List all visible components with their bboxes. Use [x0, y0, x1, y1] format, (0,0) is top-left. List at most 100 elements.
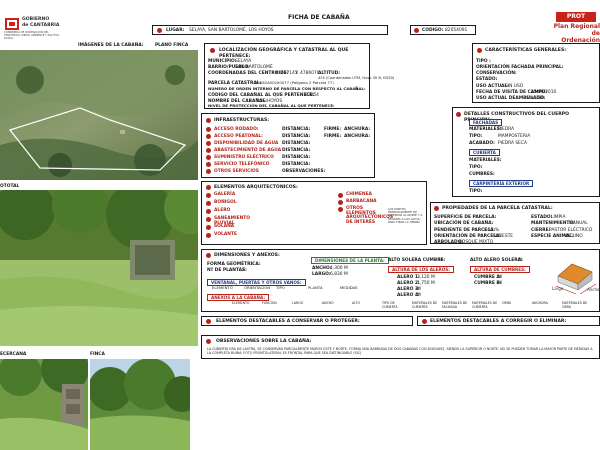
- especie-value: VACUNO: [564, 234, 583, 239]
- infra-item-icon: [206, 127, 211, 132]
- lugar-label: LUGAR:: [166, 28, 185, 33]
- cumbrea-value: M: [498, 275, 502, 280]
- alto-solera-value: M: [439, 258, 443, 263]
- general-marker-icon: [477, 48, 482, 53]
- parcela-value: 39082A00200077 (Polígono 2 Parcela 77): [255, 80, 334, 85]
- plantas-value: 2: [242, 268, 245, 273]
- arch-item-label: GALERÍA: [214, 192, 236, 197]
- arch-item-label: OTROS ELEMENTOS ARQUITECTÓNICOS DE INTER…: [346, 206, 394, 225]
- parcel-section: PROPIEDADES DE LA PARCELA CATASTRAL: SUP…: [430, 202, 600, 245]
- arch-item-label: BOÑIGOL: [214, 200, 237, 205]
- carpinteria-tipo-label: TIPO:: [469, 189, 483, 194]
- infra-item-distancia: DISTANCIA:: [282, 148, 311, 153]
- cubierta-cumbres-label: CUMBRES:: [469, 172, 495, 177]
- codigo-field: CODIGO: 82054091: [410, 25, 476, 35]
- infra-item-distancia: DISTANCIA:: [282, 141, 311, 146]
- finca-photo-label: FINCA: [90, 352, 105, 357]
- uso-actual-value: SIN USO: [505, 84, 524, 89]
- infra-item-icon: [206, 169, 211, 174]
- constructive-section: DETALLES CONSTRUCTIVOS DEL CUERPO PRINCI…: [452, 107, 600, 197]
- infra-item-anchura: ANCHURA:: [344, 134, 371, 139]
- corregir-label: ELEMENTOS DESTACABLES A CORREGIR O ELIMI…: [430, 319, 567, 324]
- constructive-marker-icon: [456, 112, 461, 117]
- infra-item-distancia: DISTANCIA:: [282, 162, 311, 167]
- infra-item-label: ACCESO RODADO:: [214, 127, 259, 132]
- fachada-tipo-value: MAMPOSTERIA: [498, 134, 531, 139]
- codigo-cabanal-label: CÓDIGO DEL CABAÑAL AL QUE PERTENECE:: [208, 93, 315, 98]
- corregir-marker-icon: [422, 319, 427, 324]
- alero2-value: 1,750 M: [417, 281, 435, 286]
- org-sub: CONSEJERÍA DE ORDENACIÓN DEL TERRITORIO,…: [4, 31, 60, 40]
- location-title: LOCALIZACIÓN GEOGRÁFICA Y CATASTRAL AL Q…: [219, 48, 349, 59]
- ancho-label: ANCHO:: [312, 266, 332, 271]
- infra-item-label: OTROS SERVICIOS: [214, 169, 259, 174]
- arch-item-label: SOLANA: [214, 224, 235, 229]
- infra-item-firme: FIRME:: [324, 134, 342, 139]
- arch-item-label: BARBACANA: [346, 199, 377, 204]
- infra-item-label: DISPONIBILIDAD DE AGUA: [214, 141, 279, 146]
- ventanas-column-header: TIPO: [276, 285, 285, 290]
- observaciones-title: OBSERVACIONES SOBRE LA CABAÑA:: [216, 339, 312, 344]
- diagram-ancho-label: Ancho: [587, 287, 600, 292]
- codigo-marker-icon: [414, 28, 419, 33]
- anexos-column-header: MATERIALES DE CUBIERTA: [412, 301, 438, 309]
- municipio-row: MUNICIPIO:: [208, 59, 236, 64]
- cierre-value: PASTOR ELÉCTRICO: [549, 228, 593, 233]
- ancho-value: 4,300 M: [330, 266, 348, 271]
- general-orientacion-label: ORIENTACIÓN FACHADA PRINCIPAL:: [476, 65, 564, 70]
- cercana-photo: [0, 359, 88, 450]
- conservar-section: ELEMENTOS DESTACABLES A CONSERVAR O PROT…: [201, 316, 413, 326]
- dims-section: DIMENSIONES Y ANEXOS: FORMA GEOMÉTRICA: …: [201, 249, 600, 312]
- infra-item-label: SUMINISTRO ELÉCTRICO: [214, 155, 274, 160]
- cercana-label-text: CERCANA: [3, 352, 27, 357]
- infra-item-icon: [206, 162, 211, 167]
- infra-item-anchura: ANCHURA:: [344, 127, 371, 132]
- anexos-column-header: OBRA: [502, 301, 511, 305]
- arbolado-value: BOSQUE MIXTO: [459, 240, 494, 245]
- arch-item-label: CHIMENEA: [346, 192, 372, 197]
- arch-item-icon: [338, 207, 343, 212]
- infra-item-distancia: DISTANCIA:: [282, 127, 311, 132]
- codigo-label: CODIGO:: [422, 28, 444, 33]
- cierre-label: CIERRE:: [531, 228, 551, 233]
- municipio-label: MUNICIPIO:: [208, 59, 237, 64]
- infra-item-label: SERVICIO TELEFÓNICO: [214, 162, 270, 167]
- arch-item-icon: [206, 225, 211, 230]
- fecha-value: 15/06/2010: [531, 90, 557, 95]
- arch-item-icon: [338, 200, 343, 205]
- infra-section: INFRAESTRUCTURAS: ACCESO RODADO: DISTANCI…: [201, 113, 375, 178]
- total-photo: [0, 190, 198, 346]
- alero3-value: M: [417, 287, 421, 292]
- dims-marker-icon: [206, 253, 211, 258]
- cubierta-materiales-label: MATERIALES:: [469, 158, 502, 163]
- location-marker-icon: [210, 48, 215, 53]
- total-photo-label: OTOTAL: [0, 184, 19, 189]
- parcela-estado-label: ESTADO:: [531, 215, 553, 220]
- lugar-marker-icon: [157, 28, 162, 33]
- infra-item-icon: [206, 155, 211, 160]
- observaciones-section: OBSERVACIONES SOBRE LA CABAÑA: LA CUBIER…: [201, 335, 600, 359]
- corregir-section: ELEMENTOS DESTACABLES A CORREGIR O ELIMI…: [417, 316, 600, 326]
- arch-title: ELEMENTOS ARQUITECTÓNICOS:: [214, 185, 298, 190]
- arch-item-icon: [206, 233, 211, 238]
- pendiente-value: > 15 %: [483, 228, 500, 233]
- infra-title: INFRAESTRUCTURAS:: [214, 118, 270, 123]
- lugar-value: SELAYA, SAN BARTOLOMÉ, LOS HOYOS: [189, 28, 274, 33]
- infra-item-distancia: DISTANCIA:: [282, 134, 311, 139]
- finca-photo: [90, 359, 190, 450]
- uso-deambulado-value: SIN USO: [526, 96, 545, 101]
- prot-badge: PROT: [556, 12, 596, 22]
- aerial-caption-label: IMÁGENES DE LA CABAÑA:: [78, 43, 144, 48]
- infra-item-distancia: DISTANCIA:: [282, 155, 311, 160]
- org-name: GOBIERNO de CANTABRIA: [22, 17, 59, 28]
- parcela-estado-value: LIMPIA: [551, 215, 566, 220]
- fachada-acabado-value: PIEDRA SECA: [498, 141, 527, 146]
- infra-item-label: ACCESO PEATONAL:: [214, 134, 263, 139]
- ubicacion-label: UBICACIÓN DE CABAÑA:: [434, 221, 494, 226]
- arch-section: ELEMENTOS ARQUITECTÓNICOS: GALERÍA BOÑIGO…: [201, 181, 427, 245]
- cubierta-tipo-label: TIPO:: [469, 165, 483, 170]
- alto-alero-solera-value: M: [518, 258, 522, 263]
- anexos-column-header: ANCHURA: [532, 301, 548, 305]
- anexos-column-header: FUNCIÓN: [262, 301, 277, 305]
- aerial-caption: IMÁGENES DE LA CABAÑA: PLANO FINCA: [78, 43, 188, 48]
